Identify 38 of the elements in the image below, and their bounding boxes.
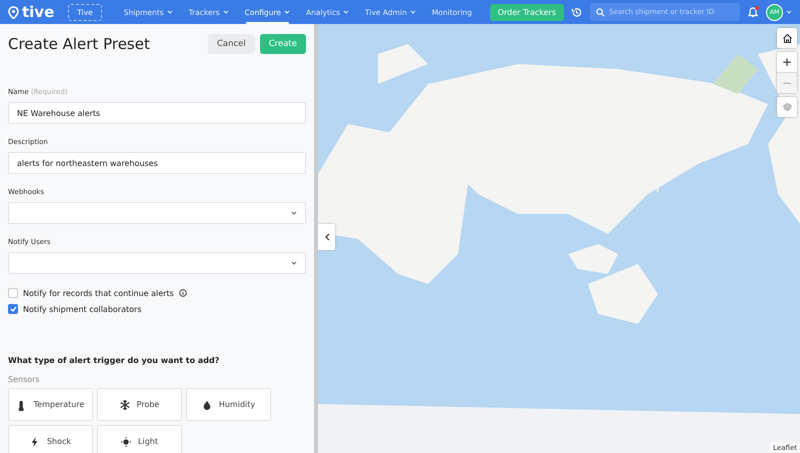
sensor-option[interactable]: Shock [8,425,93,453]
logo[interactable]: tive [8,3,54,21]
layers-button[interactable] [777,97,797,117]
collapse-panel-button[interactable] [318,224,335,250]
drop-icon [202,398,212,410]
input-field[interactable]: NE Warehouse alerts [8,102,306,124]
select-field[interactable] [8,252,306,274]
history-icon[interactable] [571,6,582,18]
sensor-option[interactable]: Probe [97,388,182,421]
group-label: Sensors [8,375,41,384]
panel-title: Create Alert Preset [8,35,151,53]
select-field[interactable] [8,202,306,224]
zoom-out-button[interactable]: − [777,73,797,93]
caret-icon [291,211,297,215]
home-icon [782,32,792,44]
chevron-left-icon [324,233,330,241]
caret-icon [786,10,792,14]
order-trackers-button[interactable]: Order Trackers [490,4,564,20]
checkbox-label: Notify for records that continue alerts [23,288,174,298]
logo-text: tive [22,3,54,21]
bolt-icon [30,436,40,448]
sensor-option[interactable]: Light [97,425,182,453]
zoom-in-button[interactable]: + [777,52,797,72]
checkbox[interactable] [8,288,18,298]
sensor-option[interactable]: Temperature [8,388,93,421]
sensor-option[interactable]: Humidity [186,388,271,421]
bell-icon[interactable] [748,6,758,18]
snowflake-icon [120,398,130,410]
cancel-button[interactable]: Cancel [208,34,255,54]
caret-icon [291,261,297,265]
input-field[interactable]: alerts for northeastern warehouses [8,152,306,174]
checkbox[interactable] [8,304,18,314]
pin-icon [8,6,19,18]
create-button[interactable]: Create [260,34,306,54]
layers-icon [782,102,792,112]
checkbox-label: Notify shipment collaborators [23,304,142,314]
home-button[interactable] [777,28,797,48]
section-question: What type of alert trigger do you want to add? [8,356,220,365]
